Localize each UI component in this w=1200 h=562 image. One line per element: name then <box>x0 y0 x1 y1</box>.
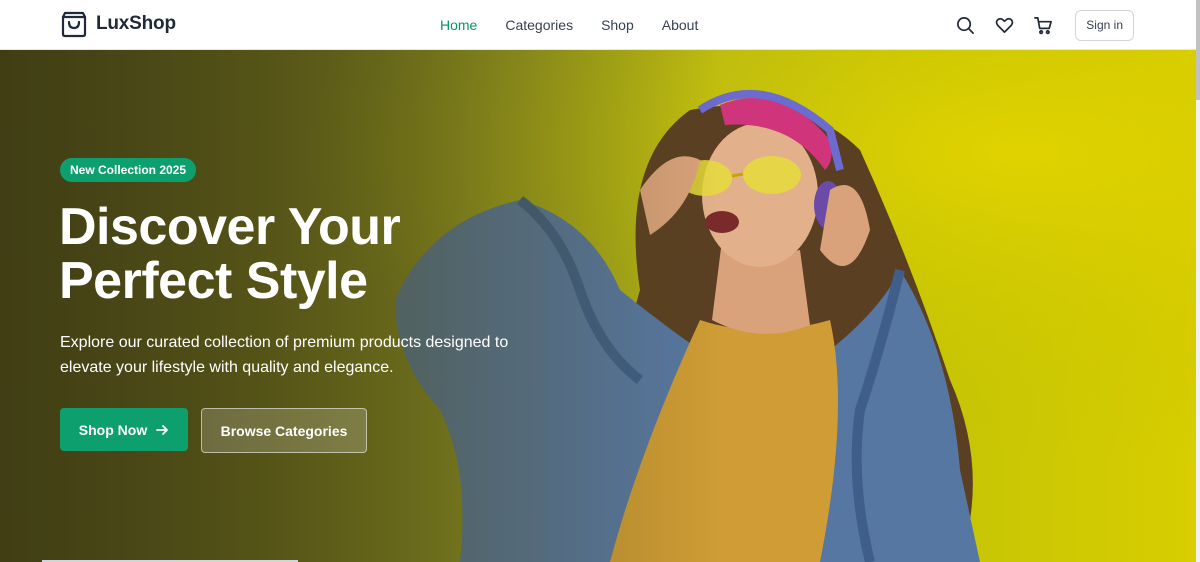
page-scrollbar[interactable] <box>1196 0 1200 562</box>
brand-logo[interactable]: LuxShop <box>61 10 176 38</box>
collection-badge: New Collection 2025 <box>60 158 197 182</box>
shop-now-button[interactable]: Shop Now <box>60 408 188 451</box>
cart-button[interactable] <box>1032 14 1054 36</box>
top-navbar: LuxShop Home Categories Shop About Sign … <box>0 0 1196 50</box>
arrow-right-icon <box>156 424 169 435</box>
nav-link-about[interactable]: About <box>662 17 699 33</box>
heart-icon <box>995 17 1014 33</box>
wishlist-button[interactable] <box>993 14 1015 36</box>
shop-now-label: Shop Now <box>78 421 148 438</box>
nav-link-home[interactable]: Home <box>440 17 477 33</box>
brand-name: LuxShop <box>96 13 176 34</box>
shopping-bag-icon <box>61 11 87 38</box>
hero-title: Discover Your Perfect Style <box>59 200 539 308</box>
hero-title-line-1: Discover Your <box>59 198 401 256</box>
nav-actions: Sign in <box>954 0 1134 50</box>
browse-categories-button[interactable]: Browse Categories <box>201 408 367 453</box>
hero-description: Explore our curated collection of premiu… <box>60 334 509 376</box>
search-button[interactable] <box>954 14 976 36</box>
cart-icon <box>1033 16 1052 34</box>
signin-button[interactable]: Sign in <box>1075 9 1134 41</box>
main-nav: Home Categories Shop About <box>440 0 726 50</box>
nav-link-categories[interactable]: Categories <box>505 17 573 33</box>
nav-link-shop[interactable]: Shop <box>601 17 634 33</box>
hero-banner: New Collection 2025 Discover Your Perfec… <box>0 50 1196 562</box>
scrollbar-thumb[interactable] <box>1196 0 1200 100</box>
search-icon <box>956 16 974 34</box>
hero-title-line-2: Perfect Style <box>59 252 368 310</box>
